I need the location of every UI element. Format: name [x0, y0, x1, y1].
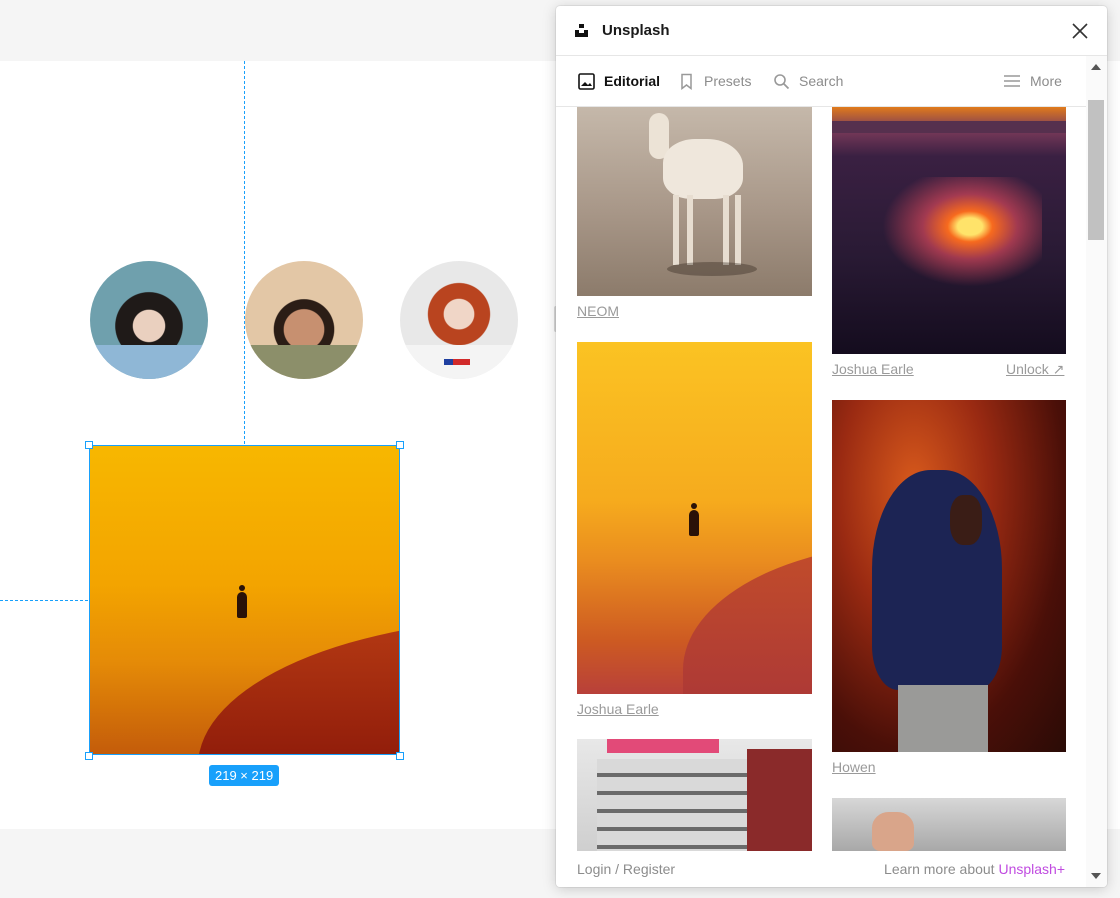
- tab-presets-label: Presets: [704, 73, 752, 89]
- photo-city-building[interactable]: [577, 739, 812, 851]
- resize-handle-top-left[interactable]: [85, 441, 93, 449]
- unsplash-plugin-panel: Unsplash Editorial Presets Search More N…: [556, 6, 1107, 887]
- more-label: More: [1030, 73, 1062, 89]
- avatar-man-dark-hair[interactable]: [245, 261, 363, 379]
- plugin-titlebar: Unsplash: [556, 6, 1107, 56]
- unsplash-plus-link[interactable]: Unsplash+: [998, 861, 1065, 877]
- tab-editorial-label: Editorial: [604, 73, 661, 89]
- menu-icon: [1004, 75, 1020, 87]
- learn-more-prefix: Learn more about: [884, 861, 999, 877]
- photo-credit-joshua-earle[interactable]: Joshua Earle: [577, 701, 659, 717]
- scroll-down-arrow-icon[interactable]: [1091, 873, 1101, 879]
- photo-hand[interactable]: [832, 798, 1066, 851]
- plugin-title: Unsplash: [602, 22, 670, 39]
- panel-scrollbar[interactable]: [1086, 56, 1107, 887]
- unsplash-logo-icon: [575, 24, 588, 37]
- close-button[interactable]: [1069, 20, 1091, 42]
- photo-credit-neom[interactable]: NEOM: [577, 303, 619, 319]
- scrollbar-thumb[interactable]: [1088, 100, 1104, 240]
- bookmark-icon: [681, 73, 692, 90]
- desert-walker-image: [90, 446, 399, 754]
- resize-handle-bottom-right[interactable]: [396, 752, 404, 760]
- photo-hooded-person[interactable]: [832, 400, 1066, 752]
- tab-search-label: Search: [799, 73, 844, 89]
- plugin-footer: Login / Register Learn more about Unspla…: [556, 851, 1086, 887]
- search-icon: [774, 74, 790, 90]
- resize-handle-bottom-left[interactable]: [85, 752, 93, 760]
- photo-grid: NEOM Joshua Earle Joshua Earle Unlock ↗ …: [556, 107, 1086, 851]
- more-menu-button[interactable]: More: [1003, 72, 1062, 92]
- photo-volcano[interactable]: [832, 107, 1066, 354]
- resize-handle-top-right[interactable]: [396, 441, 404, 449]
- scroll-up-arrow-icon[interactable]: [1091, 64, 1101, 70]
- image-icon: [578, 73, 595, 90]
- avatar-woman-dark-hair[interactable]: [90, 261, 208, 379]
- close-icon: [1072, 23, 1088, 39]
- horizontal-alignment-guide: [0, 600, 88, 601]
- learn-more-text: Learn more about Unsplash+: [884, 861, 1065, 877]
- vertical-alignment-guide: [244, 61, 245, 444]
- selected-image[interactable]: [89, 445, 400, 755]
- plugin-tab-bar: Editorial Presets Search More: [556, 56, 1086, 107]
- avatar-woman-red-hair[interactable]: [400, 261, 518, 379]
- unlock-link[interactable]: Unlock ↗: [1006, 361, 1064, 378]
- photo-gazelle[interactable]: [577, 107, 812, 296]
- login-register-link[interactable]: Login / Register: [577, 861, 675, 877]
- photo-credit-joshua-earle-2[interactable]: Joshua Earle: [832, 361, 914, 377]
- photo-desert-walker[interactable]: [577, 342, 812, 694]
- dimension-badge: 219 × 219: [209, 765, 280, 786]
- photo-credit-howen[interactable]: Howen: [832, 759, 876, 775]
